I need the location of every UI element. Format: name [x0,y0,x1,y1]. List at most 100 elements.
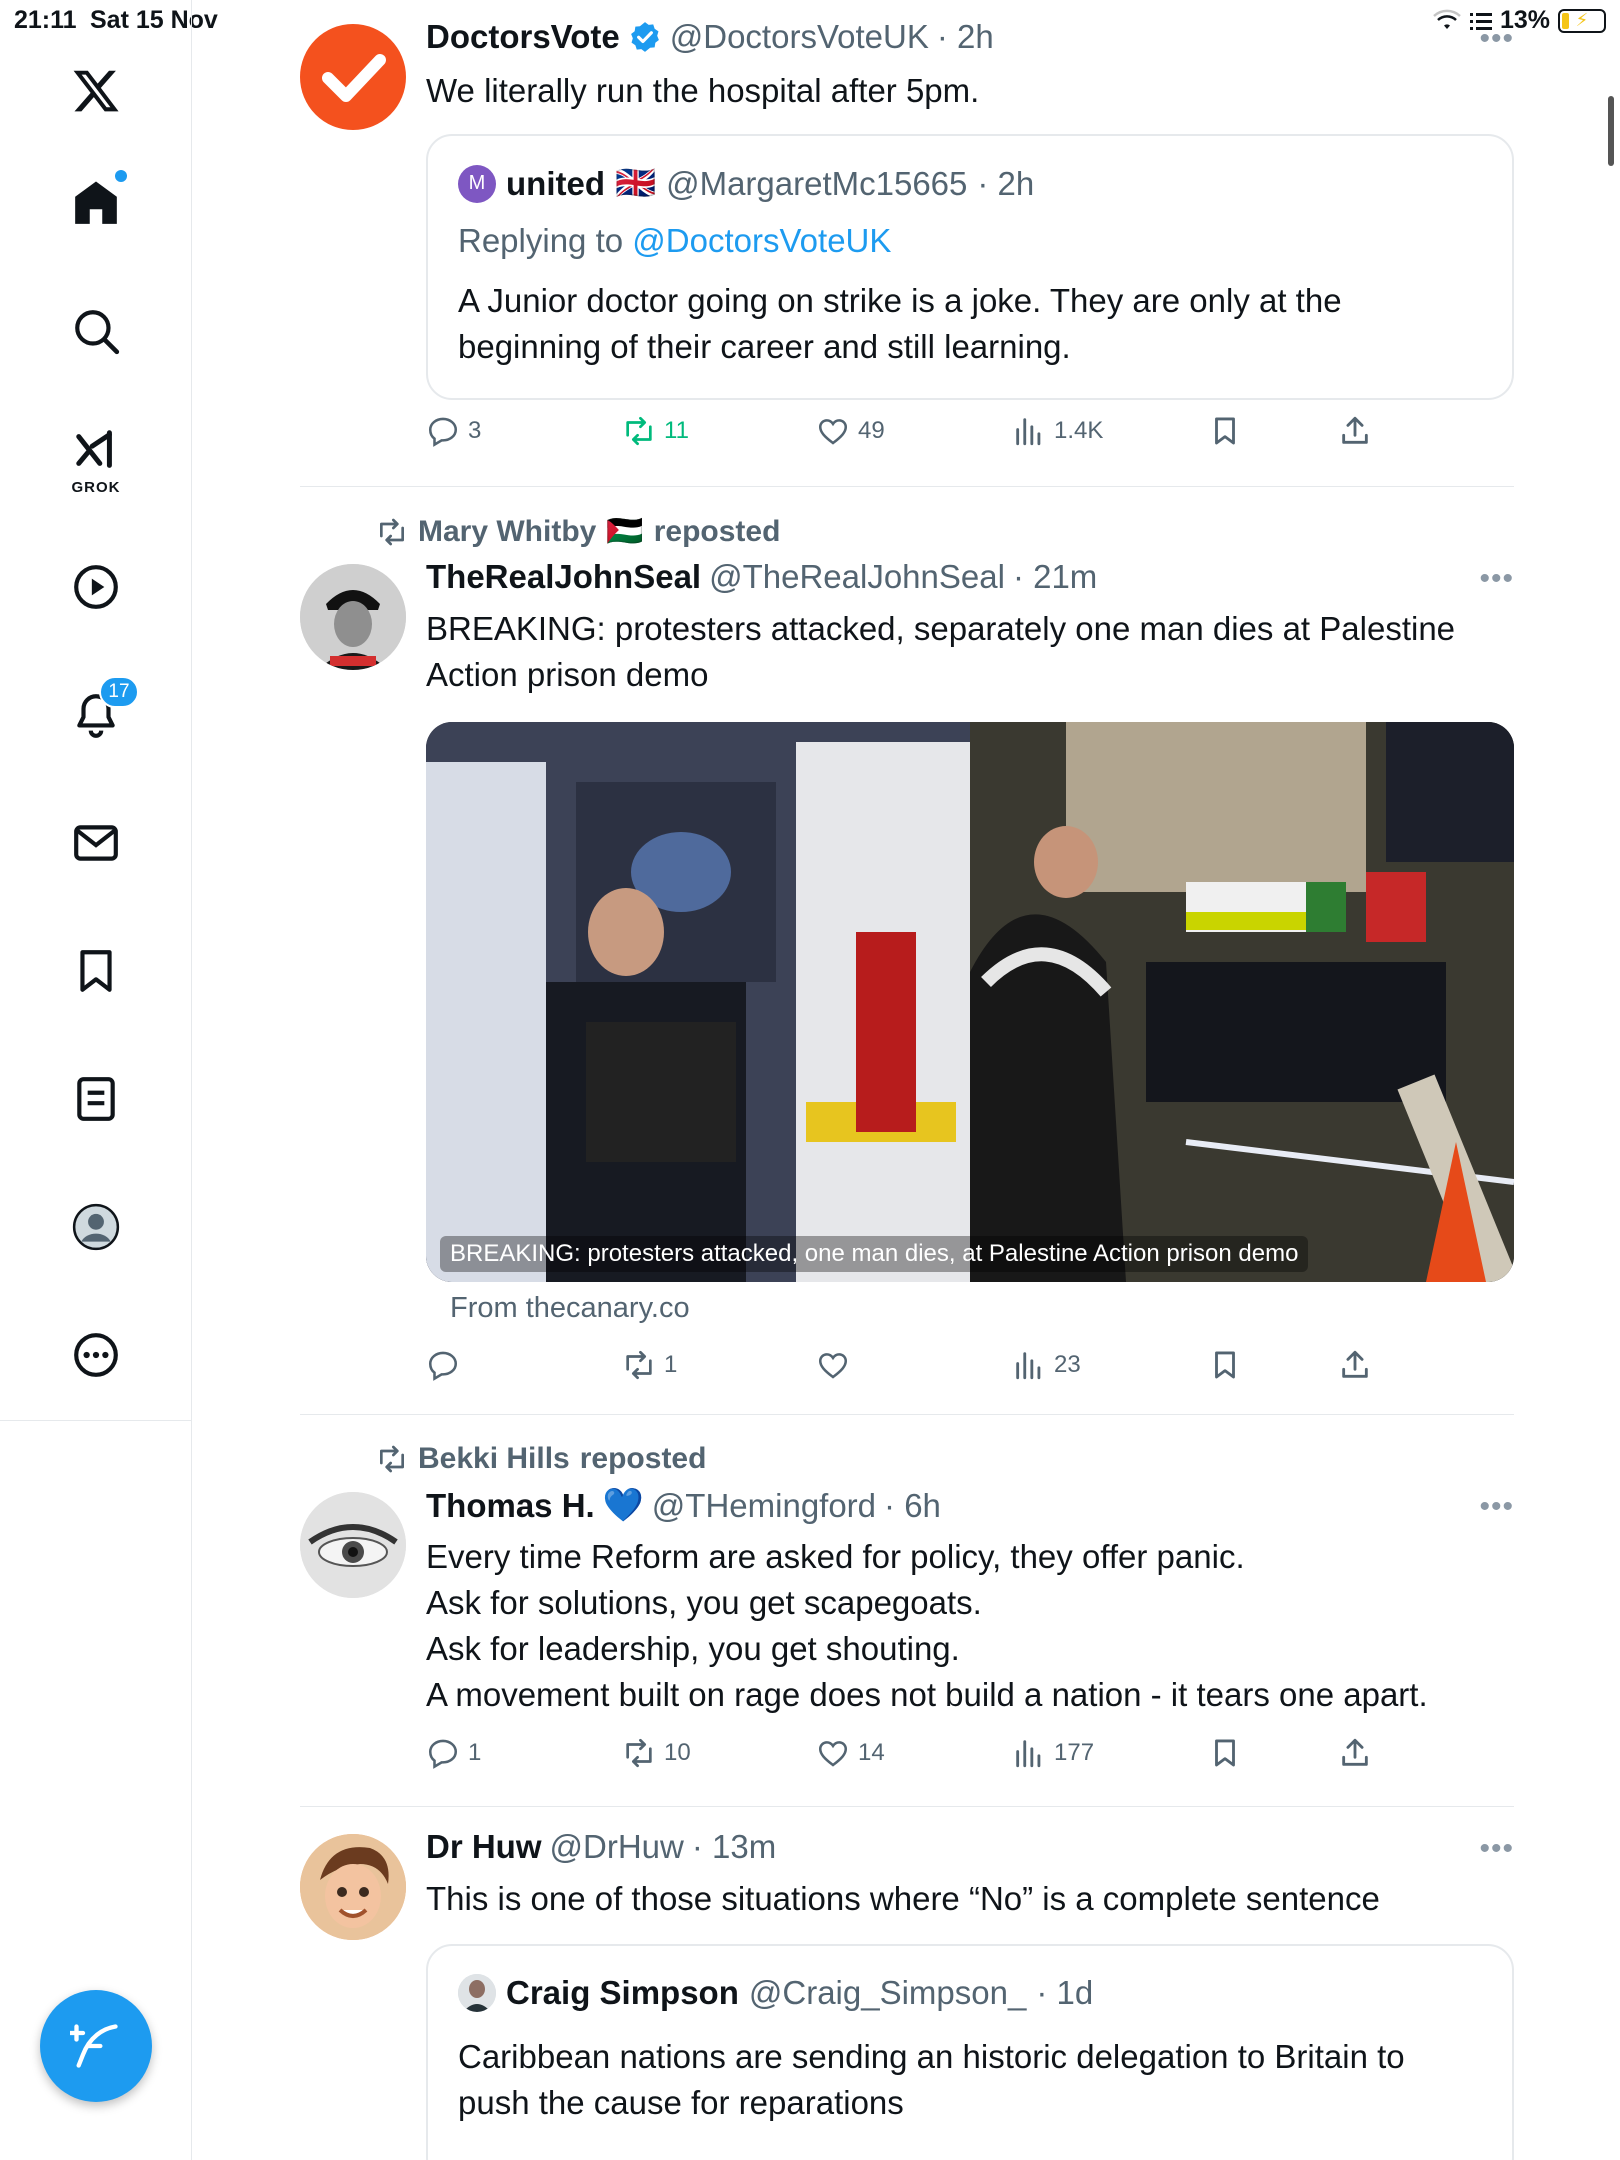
repost-icon [380,1445,404,1473]
author-name[interactable]: Dr Huw [426,1828,542,1866]
messages-icon[interactable] [61,808,131,878]
tweet[interactable]: Bekki Hills reposted Thomas H. 💙 @THemin… [300,1414,1514,1806]
tweet-actions: 1 23 [426,1348,1514,1398]
reply-button[interactable]: 1 [426,1736,481,1770]
link-source[interactable]: From thecanary.co [450,1292,690,1325]
quote-avatar[interactable]: M [458,164,496,203]
bookmark-icon [1215,1351,1235,1379]
tweet[interactable]: DoctorsVote @DoctorsVoteUK · 2h ••• We l… [300,0,1514,486]
repost-context: Mary Whitby 🇵🇸 reposted [376,514,780,549]
replying-to-link[interactable]: @DoctorsVoteUK [632,222,891,259]
reposted-by-name[interactable]: Mary Whitby [418,515,596,549]
sidebar: GROK 17 [0,0,192,2160]
author-name[interactable]: Thomas H. [426,1487,595,1525]
lists-icon[interactable] [61,1064,131,1134]
video-icon[interactable] [61,552,131,622]
quote-text: Caribbean nations are sending an histori… [458,2038,1405,2121]
bookmark-button[interactable] [1208,1736,1242,1770]
author-handle[interactable]: @TheRealJohnSeal [709,558,1005,596]
views-count: 1.4K [1054,417,1104,444]
author-handle[interactable]: @THemingford [652,1487,876,1525]
more-options-icon[interactable]: ••• [1479,562,1514,596]
home-icon[interactable] [61,168,131,238]
repost-count: 1 [664,1351,678,1378]
reposted-label: reposted [579,1442,707,1475]
bookmarks-icon[interactable] [61,936,131,1006]
author-handle[interactable]: @DrHuw [550,1828,684,1866]
more-options-icon[interactable]: ••• [1479,1490,1514,1524]
grok-icon[interactable]: GROK [61,420,131,496]
quote-author-name[interactable]: united [506,165,605,203]
reply-button[interactable]: 3 [426,414,481,448]
quote-avatar[interactable] [458,1974,496,2012]
reply-icon [428,417,458,447]
scrollbar[interactable] [1608,96,1614,166]
x-logo-icon[interactable] [61,56,131,126]
share-button[interactable] [1338,414,1372,448]
replying-to-prefix: Replying to [458,222,624,259]
profile-icon[interactable] [61,1192,131,1262]
tweet-time[interactable]: · 2h [937,18,994,56]
grok-label: GROK [71,479,121,496]
bookmark-button[interactable] [1208,1348,1242,1382]
views-button[interactable]: 177 [1012,1736,1094,1770]
repost-icon [626,1350,652,1380]
link-card-image[interactable]: BREAKING: protesters attacked, one man d… [426,722,1514,1282]
quote-author-name[interactable]: Craig Simpson [506,1974,739,2012]
quote-author-flag: 🇬🇧 [614,164,657,201]
like-button[interactable]: 49 [816,414,885,448]
reposted-by-name[interactable]: Bekki Hills [418,1442,570,1476]
repost-button[interactable]: 10 [622,1736,691,1770]
avatar[interactable] [300,1492,406,1598]
avatar[interactable] [300,24,406,130]
author-name-emoji: 💙 [602,1486,644,1523]
like-button[interactable] [816,1348,858,1382]
share-button[interactable] [1338,1348,1372,1382]
battery-icon: ⚡ [1558,8,1606,33]
repost-button[interactable]: 1 [622,1348,677,1382]
protest-photo [426,722,1514,1282]
repost-count: 10 [664,1739,691,1766]
tweet-time[interactable]: · 13m [692,1828,776,1866]
author-name[interactable]: TheRealJohnSeal [426,558,701,596]
reposted-label: reposted [653,514,781,548]
reply-icon [428,1351,458,1381]
share-icon [1342,416,1368,444]
share-icon [1342,1350,1368,1378]
quote-author-handle: @MargaretMc15665 [666,164,968,202]
like-button[interactable]: 14 [816,1736,885,1770]
quote-time: · 1d [1036,1974,1094,2011]
more-icon[interactable] [61,1320,131,1390]
author-name[interactable]: DoctorsVote [426,18,620,56]
bookmark-icon [1215,417,1235,445]
quote-time: · 2h [977,164,1035,202]
quoted-tweet[interactable]: Craig Simpson @Craig_Simpson_ · 1d Carib… [426,1944,1514,2160]
avatar[interactable] [300,1834,406,1940]
tweet[interactable]: Mary Whitby 🇵🇸 reposted TheRealJohnSeal … [300,486,1514,1414]
compose-button[interactable] [40,1990,152,2102]
avatar[interactable] [300,564,406,670]
tweet-time[interactable]: · 21m [1013,558,1097,596]
quoted-tweet[interactable]: M united 🇬🇧 @MargaretMc15665 · 2h Replyi… [426,134,1514,400]
repost-icon [380,518,404,545]
tweet-time[interactable]: · 6h [884,1487,941,1525]
repost-button[interactable]: 11 [622,414,689,448]
more-options-icon[interactable]: ••• [1479,22,1514,56]
reply-button[interactable] [426,1348,468,1382]
more-options-icon[interactable]: ••• [1479,1832,1514,1866]
share-icon [1342,1738,1368,1766]
tweet[interactable]: Dr Huw @DrHuw · 13m ••• This is one of t… [300,1806,1514,2160]
quote-text: A Junior doctor going on strike is a jok… [458,282,1342,365]
tweet-header: DoctorsVote @DoctorsVoteUK · 2h [426,18,994,56]
author-handle[interactable]: @DoctorsVoteUK [670,18,929,56]
views-button[interactable]: 23 [1012,1348,1081,1382]
repost-context: Bekki Hills reposted [376,1442,706,1476]
quote-header: Craig Simpson @Craig_Simpson_ · 1d [458,1974,1093,2012]
views-button[interactable]: 1.4K [1012,414,1103,448]
bookmark-button[interactable] [1208,414,1242,448]
notification-badge: 17 [99,676,139,708]
notifications-icon[interactable]: 17 [61,676,139,750]
tweet-text: BREAKING: protesters attacked, separatel… [426,610,1456,693]
share-button[interactable] [1338,1736,1372,1770]
search-icon[interactable] [61,296,131,366]
